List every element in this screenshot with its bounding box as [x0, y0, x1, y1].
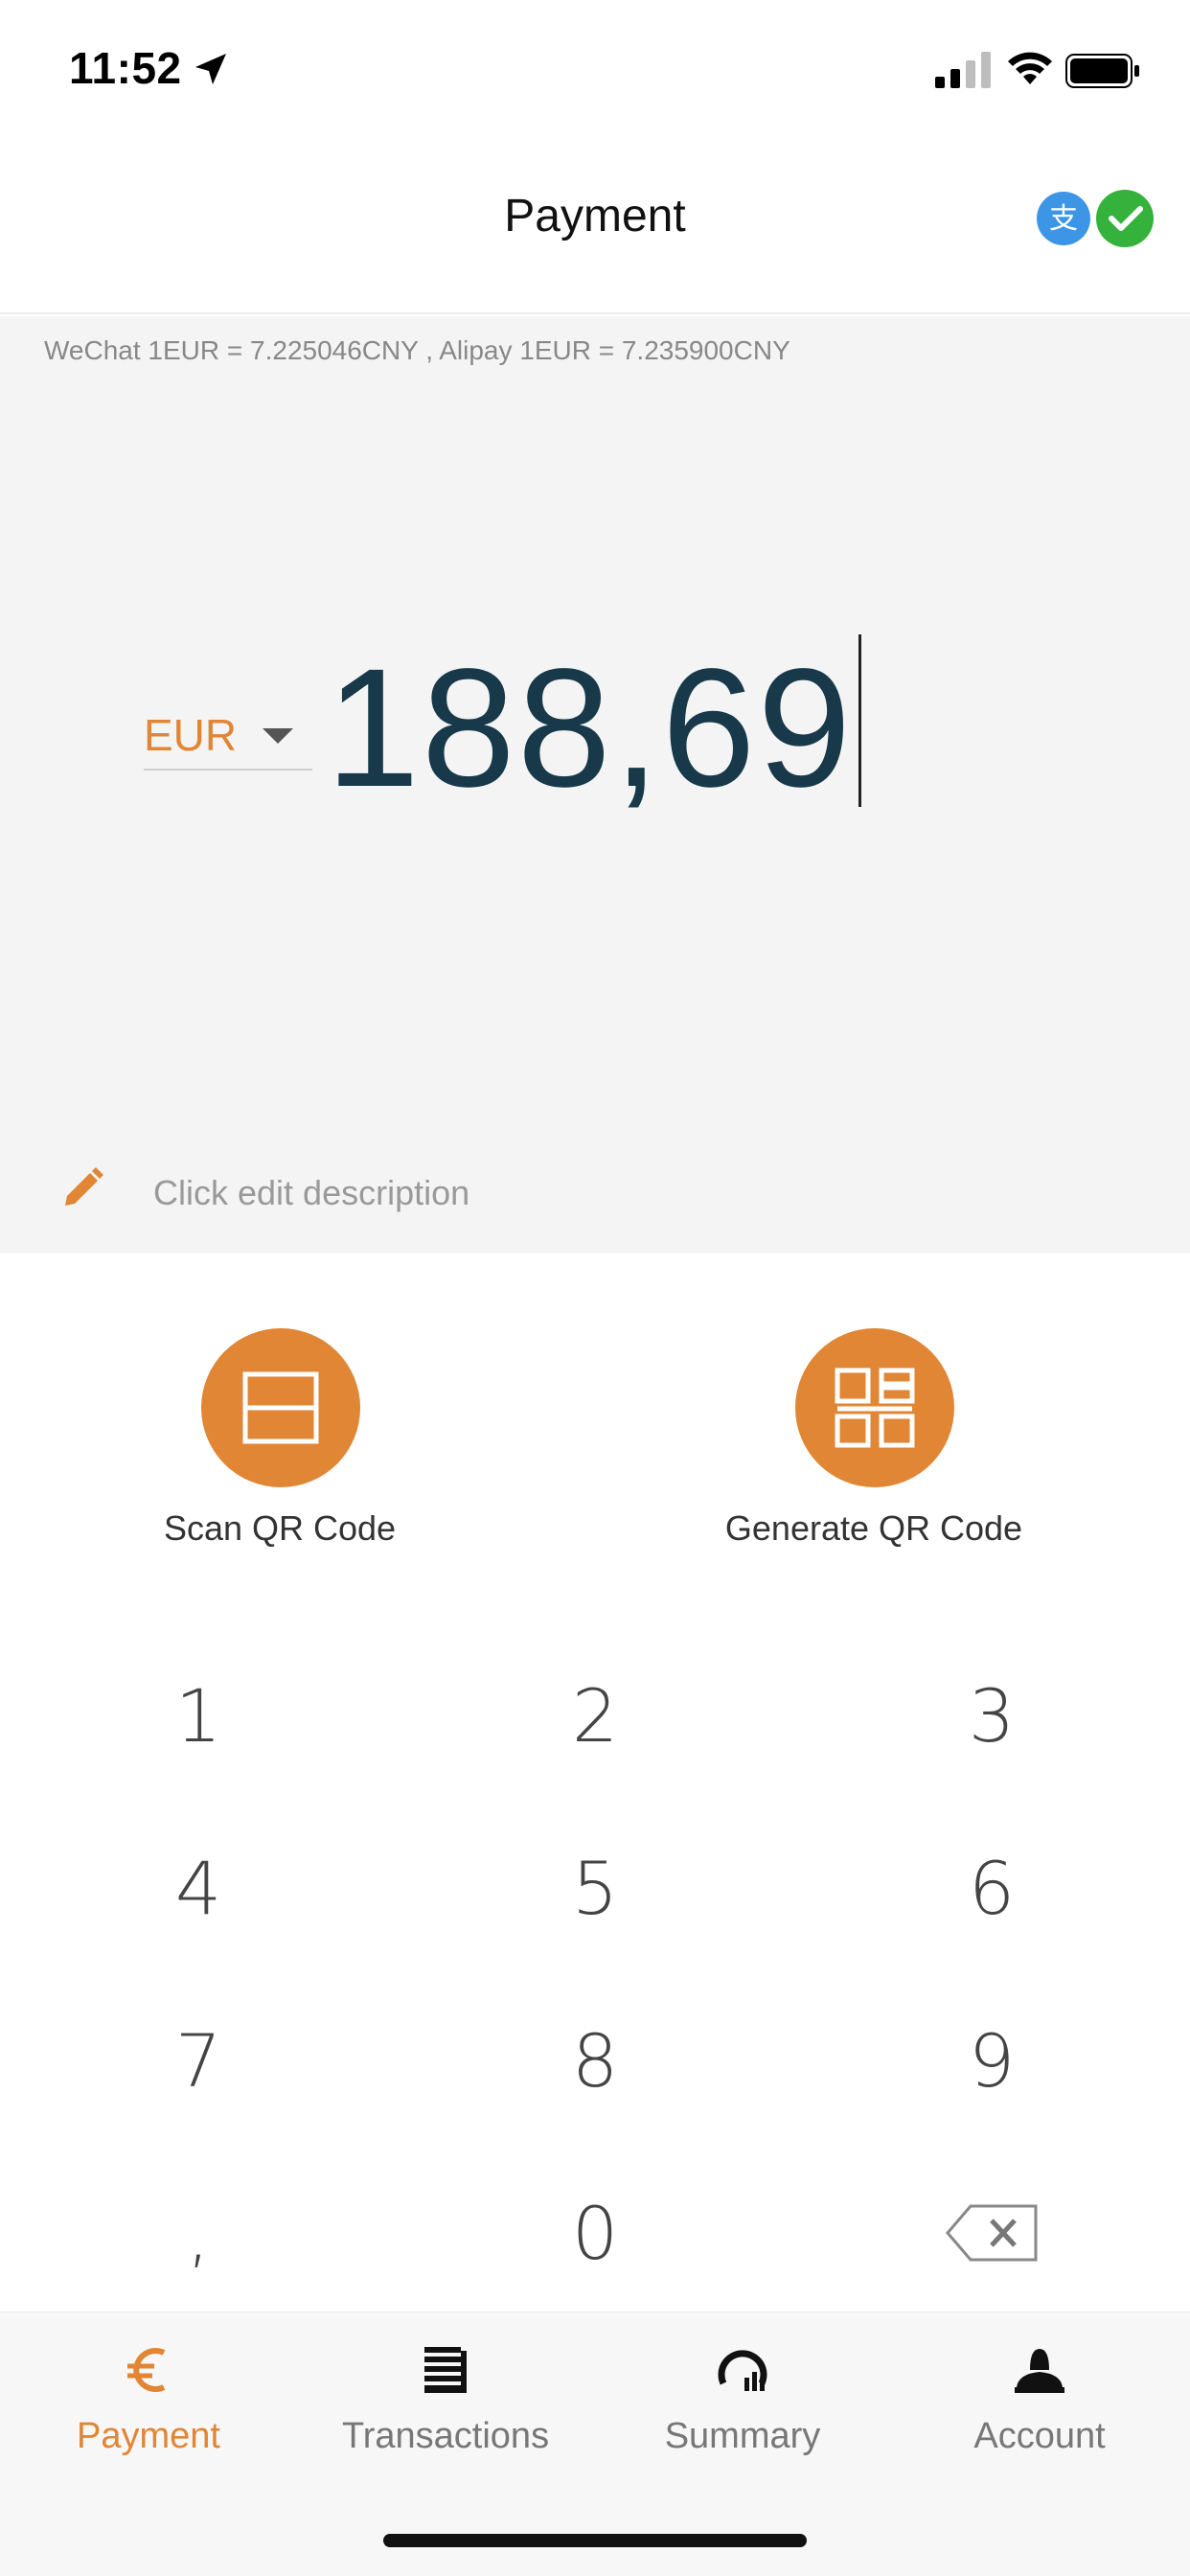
svg-text:支: 支 [1049, 202, 1078, 236]
tab-payment[interactable]: Payment [0, 2341, 297, 2495]
receipt-icon [424, 2347, 467, 2393]
key-comma[interactable]: , [0, 2147, 397, 2319]
scan-qr-label: Scan QR Code [163, 1508, 397, 1548]
key-9[interactable]: 9 [793, 1974, 1190, 2147]
generate-qr-label: Generate QR Code [724, 1508, 1023, 1548]
backspace-key[interactable] [793, 2147, 1190, 2319]
tab-transactions[interactable]: Transactions [297, 2341, 594, 2495]
tab-summary-label: Summary [664, 2416, 821, 2456]
key-8[interactable]: 8 [397, 1974, 793, 2147]
tab-summary[interactable]: Summary [594, 2341, 891, 2495]
wifi-icon [1008, 52, 1052, 84]
scan-frame-icon [242, 1371, 319, 1444]
currency-label: EUR [144, 710, 238, 760]
tab-transactions-label: Transactions [341, 2416, 550, 2456]
pencil-icon [65, 1167, 103, 1206]
key-6[interactable]: 6 [793, 1802, 1190, 1974]
amount-area: WeChat 1EUR = 7.225046CNY , Alipay 1EUR … [0, 316, 1190, 1254]
location-arrow-icon [195, 54, 226, 84]
home-indicator [383, 2534, 807, 2547]
tab-account[interactable]: Account [891, 2341, 1188, 2495]
key-4[interactable]: 4 [0, 1802, 397, 1974]
numeric-keypad: 1 2 3 4 5 6 7 8 9 , 0 [0, 1629, 1190, 2319]
tab-account-label: Account [973, 2416, 1106, 2456]
text-cursor [858, 634, 861, 807]
generate-qr-circle [795, 1328, 954, 1487]
key-1[interactable]: 1 [0, 1629, 397, 1802]
generate-qr-button[interactable]: Generate QR Code [682, 1328, 1065, 1558]
key-2[interactable]: 2 [397, 1629, 793, 1802]
backspace-icon [946, 2204, 1038, 2262]
key-3[interactable]: 3 [793, 1629, 1190, 1802]
wechat-pay-icon [1096, 190, 1154, 247]
euro-icon [127, 2348, 166, 2392]
key-7[interactable]: 7 [0, 1974, 397, 2147]
header: Payment 支 [0, 144, 1190, 314]
alipay-icon: 支 [1037, 192, 1090, 245]
tab-payment-label: Payment [77, 2416, 220, 2456]
key-5[interactable]: 5 [397, 1802, 793, 1974]
key-0[interactable]: 0 [397, 2147, 793, 2319]
description-placeholder: Click edit description [153, 1173, 470, 1212]
gauge-icon [718, 2350, 767, 2391]
page-title: Payment [504, 191, 686, 242]
currency-select[interactable]: EUR [144, 700, 312, 770]
user-icon [1015, 2349, 1064, 2393]
amount-input[interactable]: 188,69 [326, 632, 853, 824]
scan-qr-circle [201, 1328, 360, 1487]
battery-icon [1065, 54, 1139, 88]
exchange-rate-text: WeChat 1EUR = 7.225046CNY , Alipay 1EUR … [44, 335, 790, 365]
cellular-signal-icon [935, 52, 991, 88]
status-bar: 11:52 [0, 0, 1190, 144]
caret-down-icon [263, 728, 293, 744]
status-time: 11:52 [69, 43, 182, 93]
qr-code-icon [835, 1368, 915, 1448]
scan-qr-button[interactable]: Scan QR Code [88, 1328, 471, 1558]
